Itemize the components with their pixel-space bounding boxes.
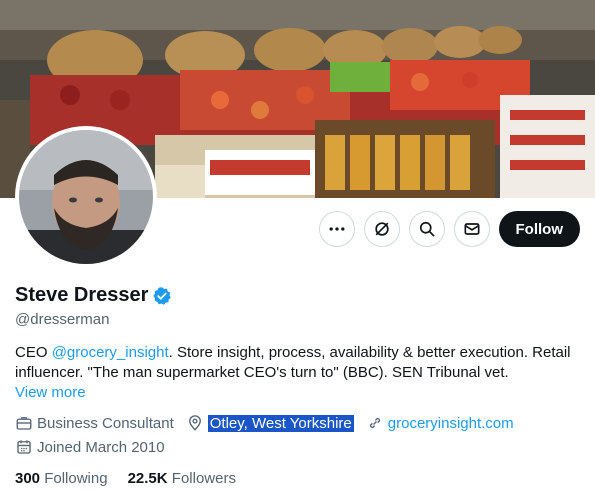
profile-avatar[interactable]	[15, 126, 157, 268]
profile-name-row: Steve Dresser	[15, 284, 172, 307]
bio-prefix: CEO	[15, 344, 52, 361]
calendar-icon	[17, 440, 31, 454]
profile-handle: @dresserman	[15, 311, 110, 328]
message-icon	[464, 223, 479, 235]
bio-mention-link[interactable]: @grocery_insight	[52, 344, 169, 361]
joined-item: Joined March 2010	[15, 438, 165, 456]
profile-meta-row: Business Consultant Otley, West Yorkshir…	[15, 414, 514, 432]
search-icon	[419, 221, 434, 237]
follow-button[interactable]: Follow	[498, 211, 580, 247]
more-button[interactable]	[318, 211, 355, 247]
location-pin-icon	[188, 415, 201, 431]
briefcase-icon	[16, 417, 32, 430]
profile-actions: Follow	[318, 211, 580, 247]
more-icon	[329, 227, 344, 231]
following-count: 300	[15, 470, 41, 487]
website-link[interactable]: groceryinsight.com	[388, 415, 514, 432]
verified-badge-icon[interactable]	[152, 286, 172, 306]
grok-icon	[374, 222, 389, 236]
location-item: Otley, West Yorkshire	[186, 414, 354, 432]
category-text: Business Consultant	[37, 414, 174, 432]
website-item: groceryinsight.com	[366, 414, 514, 432]
following-link[interactable]: 300 Following	[15, 470, 108, 487]
grok-button[interactable]	[363, 211, 400, 247]
joined-text: Joined March 2010	[37, 438, 165, 456]
search-button[interactable]	[408, 211, 445, 247]
following-label: Following	[44, 470, 108, 487]
display-name: Steve Dresser	[15, 284, 149, 306]
location-text: Otley, West Yorkshire	[207, 414, 354, 432]
category-item: Business Consultant	[15, 414, 174, 432]
followers-link[interactable]: 22.5K Followers	[128, 470, 236, 487]
followers-count: 22.5K	[127, 470, 168, 487]
profile-stats: 300 Following 22.5K Followers	[15, 470, 236, 487]
profile-bio: CEO @grocery_insight. Store insight, pro…	[15, 343, 585, 383]
profile-joined-row: Joined March 2010	[15, 438, 165, 456]
avatar-photo	[19, 130, 153, 264]
view-more-link[interactable]: View more	[15, 384, 86, 401]
link-icon	[369, 417, 380, 429]
followers-label: Followers	[171, 470, 236, 487]
message-button[interactable]	[453, 211, 490, 247]
